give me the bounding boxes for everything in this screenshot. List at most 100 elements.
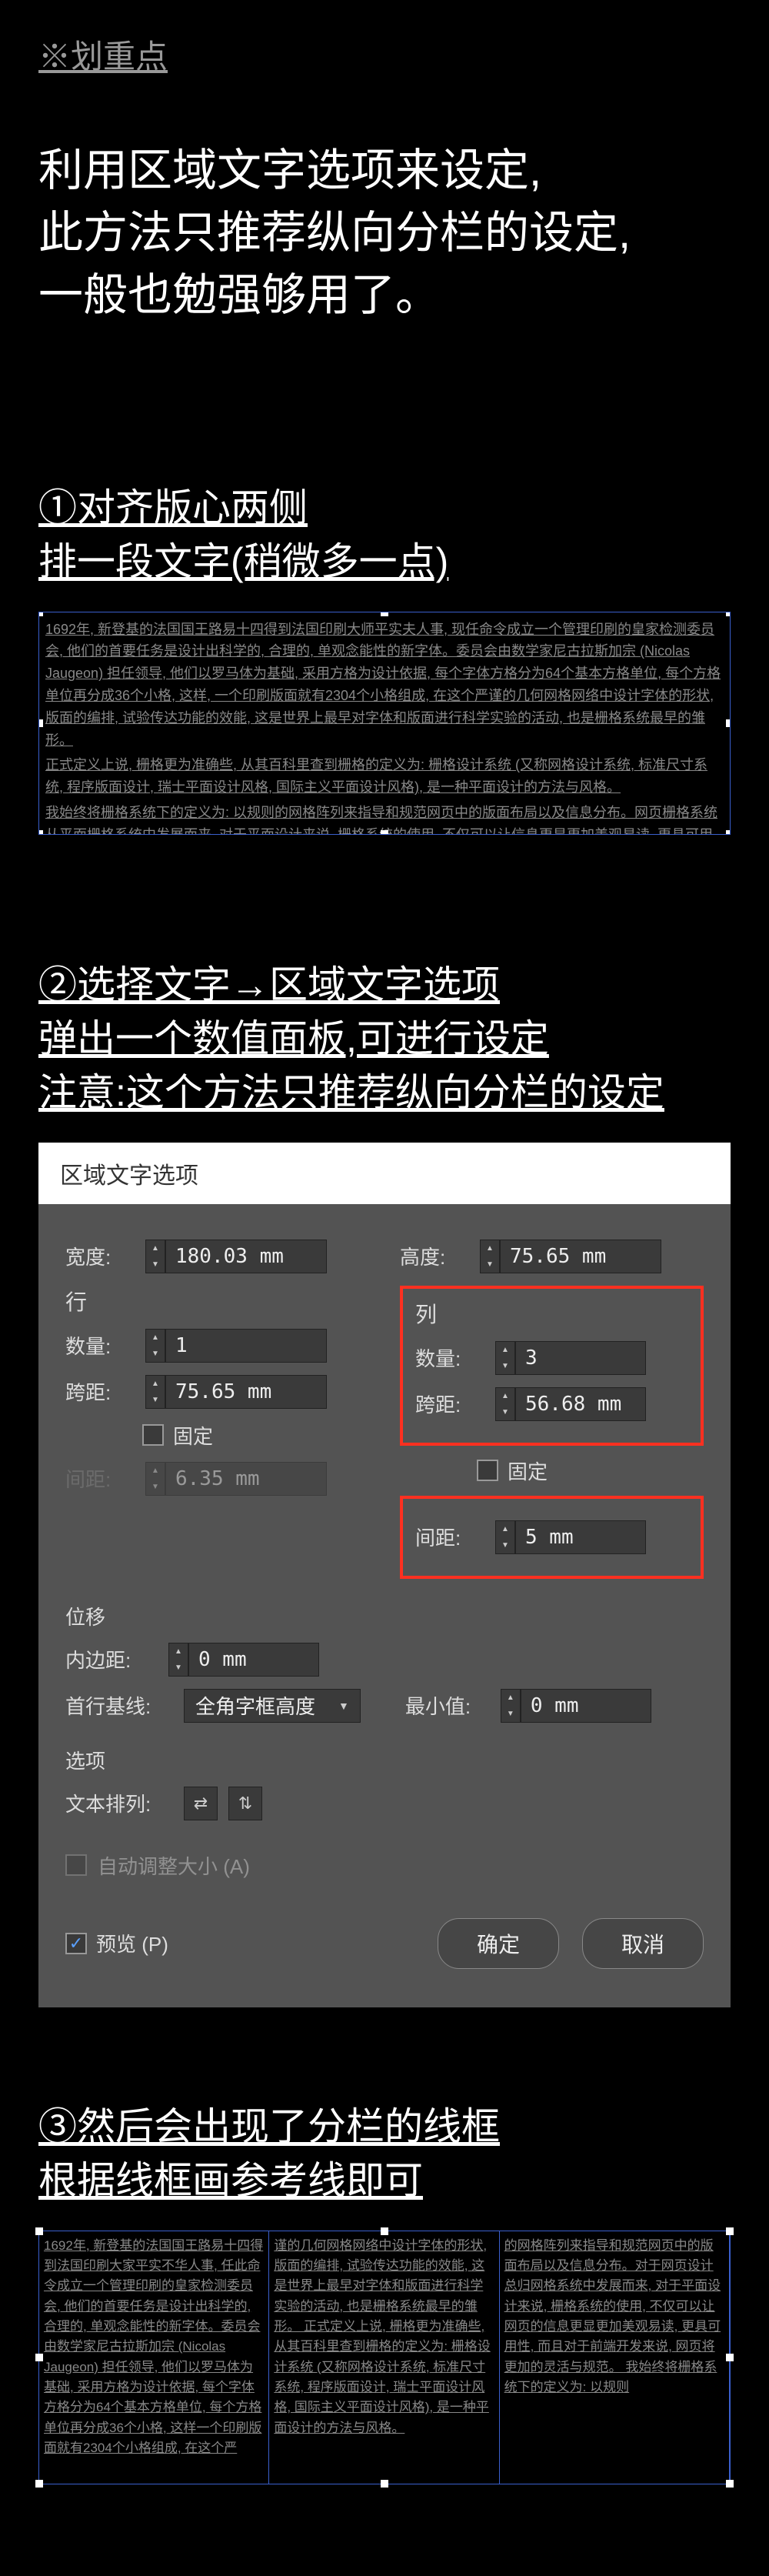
stepper-down-icon[interactable]: ▼ xyxy=(496,1404,514,1420)
text-column-1: 1692年, 新登基的法国国王路易十四得到法国印刷大家平实不华人事, 任此命令成… xyxy=(39,2231,269,2484)
cols-fixed-checkbox[interactable] xyxy=(477,1460,498,1481)
stepper-down-icon: ▼ xyxy=(146,1479,165,1495)
rows-gutter-input xyxy=(165,1462,327,1496)
cols-count-stepper[interactable]: ▲▼ xyxy=(495,1341,646,1375)
step-1-title: ①对齐版心两侧 排一段文字(稍微多一点) xyxy=(38,481,731,589)
min-stepper[interactable]: ▲▼ xyxy=(501,1689,651,1723)
cols-gutter-stepper[interactable]: ▲▼ xyxy=(495,1520,646,1554)
selection-handle[interactable] xyxy=(726,719,731,727)
rows-count-label: 数量: xyxy=(65,1331,135,1360)
cols-gutter-label: 间距: xyxy=(415,1523,484,1551)
columned-text-frame[interactable]: 1692年, 新登基的法国国王路易十四得到法国印刷大家平实不华人事, 任此命令成… xyxy=(38,2231,731,2484)
height-stepper[interactable]: ▲▼ xyxy=(480,1240,661,1273)
stepper-down-icon[interactable]: ▼ xyxy=(481,1256,499,1273)
highlight-header: ※划重点 xyxy=(38,31,168,78)
selection-handle[interactable] xyxy=(726,2480,734,2488)
offset-group-label: 位移 xyxy=(65,1602,704,1630)
stepper-down-icon[interactable]: ▼ xyxy=(146,1392,165,1408)
textflow-vertical-button[interactable]: ⇅ xyxy=(228,1787,262,1820)
height-input[interactable] xyxy=(500,1240,661,1273)
cols-span-stepper[interactable]: ▲▼ xyxy=(495,1387,646,1421)
stepper-down-icon[interactable]: ▼ xyxy=(146,1256,165,1273)
columns-highlight-box: 列 数量: ▲▼ 跨距: ▲▼ xyxy=(400,1286,704,1446)
inset-label: 内边距: xyxy=(65,1645,158,1673)
min-input[interactable] xyxy=(521,1689,651,1723)
selection-handle[interactable] xyxy=(38,830,43,835)
textflow-label: 文本排列: xyxy=(65,1789,173,1817)
rows-fixed-checkbox[interactable] xyxy=(142,1424,164,1446)
stepper-down-icon[interactable]: ▼ xyxy=(146,1346,165,1362)
textflow-horizontal-button[interactable]: ⇄ xyxy=(184,1787,218,1820)
inset-stepper[interactable]: ▲▼ xyxy=(168,1643,319,1677)
selection-handle[interactable] xyxy=(381,612,388,616)
width-input[interactable] xyxy=(165,1240,327,1273)
baseline-select[interactable]: 全角字框高度 ▼ xyxy=(184,1689,361,1723)
columns-group-label: 列 xyxy=(415,1298,688,1329)
autosize-label: 自动调整大小 (A) xyxy=(98,1851,250,1880)
stepper-up-icon[interactable]: ▲ xyxy=(496,1388,514,1404)
textflow-vertical-icon: ⇅ xyxy=(238,1794,252,1814)
intro-line-2: 此方法只推荐纵向分栏的设定, xyxy=(38,202,731,264)
rows-group-label: 行 xyxy=(65,1286,369,1316)
textflow-horizontal-icon: ⇄ xyxy=(194,1794,208,1814)
intro-text: 利用区域文字选项来设定, 此方法只推荐纵向分栏的设定, 一般也勉强够用了。 xyxy=(38,139,731,327)
selection-handle[interactable] xyxy=(381,2227,388,2235)
selection-handle[interactable] xyxy=(726,2354,734,2361)
inset-input[interactable] xyxy=(188,1643,319,1677)
selection-handle[interactable] xyxy=(726,2227,734,2235)
stepper-down-icon[interactable]: ▼ xyxy=(496,1358,514,1374)
rows-count-input[interactable] xyxy=(165,1329,327,1363)
stepper-down-icon[interactable]: ▼ xyxy=(501,1706,520,1722)
stepper-up-icon[interactable]: ▲ xyxy=(501,1690,520,1706)
width-label: 宽度: xyxy=(65,1242,135,1270)
column-2-text: 谨的几何网格网络中设计字体的形状, 版面的编排, 试验传达功能的效能, 这是世界… xyxy=(274,2236,494,2438)
selection-handle[interactable] xyxy=(35,2227,43,2235)
rows-span-input[interactable] xyxy=(165,1375,327,1409)
sample-text-frame[interactable]: 1692年, 新登基的法国国王路易十四得到法国印刷大师平实夫人事, 现任命令成立… xyxy=(38,612,731,835)
min-label: 最小值: xyxy=(405,1691,490,1720)
cols-span-input[interactable] xyxy=(515,1387,646,1421)
step-2-title: ②选择文字→区域文字选项 弹出一个数值面板,可进行设定 注意:这个方法只推荐纵向… xyxy=(38,958,731,1119)
preview-checkbox[interactable] xyxy=(65,1933,87,1954)
chevron-down-icon: ▼ xyxy=(338,1700,349,1712)
selection-handle[interactable] xyxy=(726,612,731,616)
column-3-text: 的网格阵列来指导和规范网页中的版面布局以及信息分布。对于网页设计总归网格系统中发… xyxy=(504,2236,724,2398)
stepper-up-icon[interactable]: ▲ xyxy=(146,1330,165,1346)
cols-gutter-input[interactable] xyxy=(515,1520,646,1554)
selection-handle[interactable] xyxy=(381,2480,388,2488)
stepper-up-icon[interactable]: ▲ xyxy=(481,1240,499,1256)
text-column-2: 谨的几何网格网络中设计字体的形状, 版面的编排, 试验传达功能的效能, 这是世界… xyxy=(269,2231,499,2484)
cols-fixed-label: 固定 xyxy=(508,1457,548,1485)
rows-count-stepper[interactable]: ▲▼ xyxy=(145,1329,327,1363)
stepper-up-icon[interactable]: ▲ xyxy=(146,1376,165,1392)
baseline-label: 首行基线: xyxy=(65,1691,173,1720)
intro-line-1: 利用区域文字选项来设定, xyxy=(38,139,731,202)
step-2-title-line-3: 注意:这个方法只推荐纵向分栏的设定 xyxy=(38,1066,731,1119)
selection-handle[interactable] xyxy=(38,719,43,727)
stepper-up-icon[interactable]: ▲ xyxy=(169,1643,188,1660)
selection-handle[interactable] xyxy=(726,830,731,835)
sample-paragraph-2: 正式定义上说, 栅格更为准确些, 从其百科里查到栅格的定义为: 栅格设计系统 (… xyxy=(45,754,724,799)
sample-paragraph-1: 1692年, 新登基的法国国王路易十四得到法国印刷大师平实夫人事, 现任命令成立… xyxy=(45,619,724,752)
stepper-up-icon[interactable]: ▲ xyxy=(146,1240,165,1256)
rows-span-stepper[interactable]: ▲▼ xyxy=(145,1375,327,1409)
step-2-title-line-1: ②选择文字→区域文字选项 xyxy=(38,958,731,1012)
width-stepper[interactable]: ▲▼ xyxy=(145,1240,327,1273)
cols-count-label: 数量: xyxy=(415,1343,484,1372)
ok-button[interactable]: 确定 xyxy=(438,1918,559,1969)
selection-handle[interactable] xyxy=(35,2480,43,2488)
stepper-up-icon[interactable]: ▲ xyxy=(496,1342,514,1358)
stepper-down-icon[interactable]: ▼ xyxy=(496,1537,514,1553)
intro-line-3: 一般也勉强够用了。 xyxy=(38,264,731,326)
cancel-button[interactable]: 取消 xyxy=(582,1918,704,1969)
stepper-down-icon[interactable]: ▼ xyxy=(169,1660,188,1676)
options-group-label: 选项 xyxy=(65,1746,704,1774)
rows-gutter-label: 间距: xyxy=(65,1464,135,1493)
selection-handle[interactable] xyxy=(35,2354,43,2361)
height-label: 高度: xyxy=(400,1242,469,1270)
column-1-text: 1692年, 新登基的法国国王路易十四得到法国印刷大家平实不华人事, 任此命令成… xyxy=(44,2236,264,2459)
selection-handle[interactable] xyxy=(38,612,43,616)
stepper-up-icon[interactable]: ▲ xyxy=(496,1521,514,1537)
rows-fixed-label: 固定 xyxy=(173,1421,213,1450)
cols-count-input[interactable] xyxy=(515,1341,646,1375)
